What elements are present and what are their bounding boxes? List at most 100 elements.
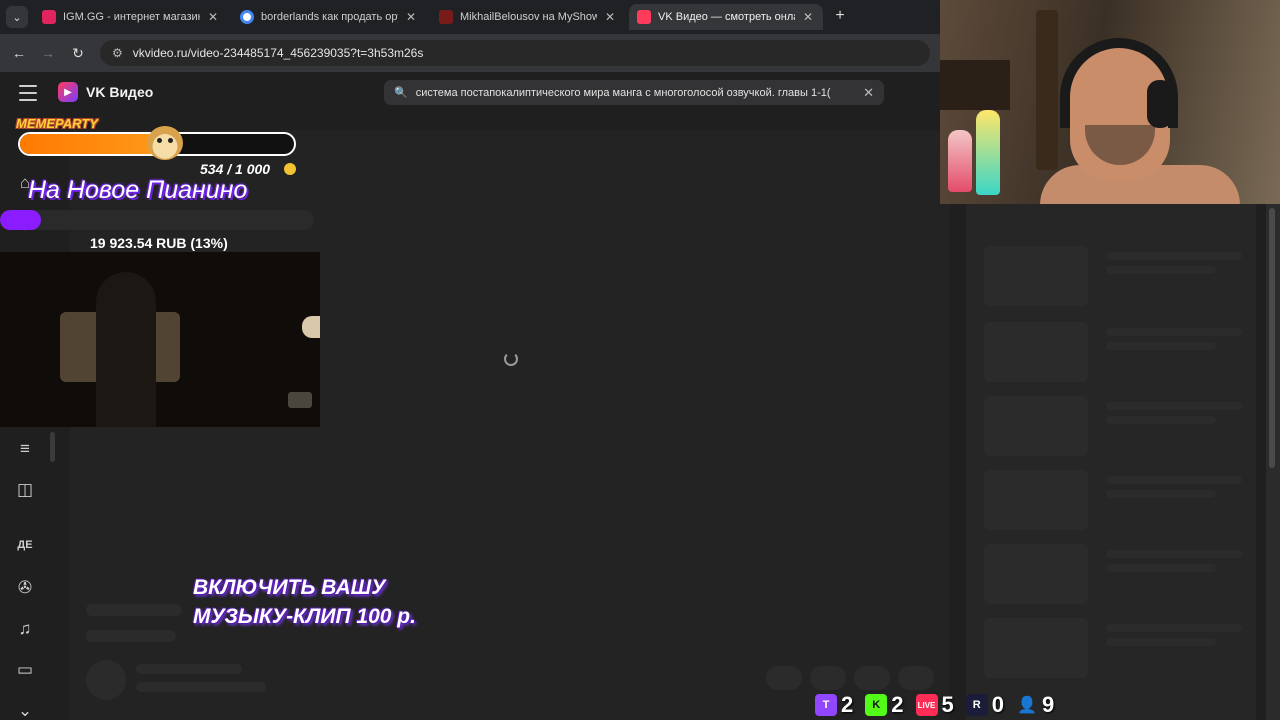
skeleton-placeholder — [1106, 266, 1216, 274]
screen: ⌄ IGM.GG - интернет магазин кл ✕ borderl… — [0, 0, 1280, 720]
chevron-down-icon[interactable]: ⌄ — [12, 698, 38, 720]
myshows-favicon-icon — [439, 10, 453, 24]
donation-goal-title: На Новое Пианино — [28, 176, 248, 204]
skeleton-placeholder — [1106, 252, 1242, 260]
site-settings-icon[interactable]: ⚙ — [112, 46, 123, 60]
trending-icon[interactable]: ◫ — [12, 477, 38, 503]
stat-vk-live: LIVE 5 — [915, 692, 954, 718]
headphone-cup — [1147, 80, 1173, 128]
close-icon[interactable]: ✕ — [801, 10, 815, 24]
total-viewers: 9 — [1042, 692, 1055, 717]
sidebar-scrollbar[interactable] — [50, 432, 55, 462]
viewers-icon: 👤 — [1017, 697, 1037, 714]
reload-icon: ↻ — [72, 44, 84, 61]
donation-goal-fill — [0, 210, 41, 230]
page-scrollbar[interactable] — [1266, 204, 1280, 720]
guitar — [1036, 10, 1058, 170]
skeleton-thumbnail — [984, 544, 1088, 604]
new-tab-button[interactable]: + — [831, 7, 849, 25]
forward-button[interactable]: → — [38, 43, 58, 63]
address-url: vkvideo.ru/video-234485174_456239035?t=3… — [132, 46, 424, 60]
vk-brand-name: VK Видео — [86, 84, 154, 100]
tv-icon[interactable]: ▭ — [12, 657, 38, 683]
donation-goal-bar — [0, 210, 314, 230]
stat-twitch: T 2 — [815, 692, 853, 718]
chevron-down-icon: ⌄ — [12, 11, 22, 24]
skeleton-placeholder — [86, 660, 126, 700]
promo-line-1: ВКЛЮЧИТЬ ВАШУ — [193, 576, 386, 599]
stat-rutube: R 0 — [965, 692, 1004, 718]
tab-vk-video[interactable]: VK Видео — смотреть онлайн ✕ — [629, 4, 823, 30]
memeparty-progress-fill — [20, 134, 167, 154]
skeleton-placeholder — [898, 666, 934, 690]
tab-igm[interactable]: IGM.GG - интернет магазин кл ✕ — [34, 4, 228, 30]
coin-icon — [284, 163, 296, 175]
back-button[interactable]: ← — [9, 43, 29, 63]
rutube-viewers: 0 — [991, 692, 1004, 717]
skeleton-placeholder — [1106, 416, 1216, 424]
tab-label: borderlands как продать оруж — [261, 11, 398, 23]
skeleton-placeholder — [1106, 624, 1242, 632]
streamer-webcam — [940, 0, 1280, 204]
close-icon[interactable]: ✕ — [206, 10, 220, 24]
close-icon[interactable]: ✕ — [603, 10, 617, 24]
tab-google-search[interactable]: borderlands как продать оруж ✕ — [232, 4, 426, 30]
plus-icon: + — [835, 7, 845, 24]
skeleton-placeholder — [1106, 490, 1216, 498]
address-bar[interactable]: ⚙ vkvideo.ru/video-234485174_456239035?t… — [100, 40, 930, 66]
skeleton-thumbnail — [984, 618, 1088, 678]
playlist-add-icon[interactable]: ≡ — [12, 436, 38, 462]
recommendations-panel — [966, 204, 1256, 720]
skeleton-placeholder — [854, 666, 890, 690]
skeleton-placeholder — [766, 666, 802, 690]
scrollbar-thumb[interactable] — [1269, 208, 1275, 468]
stat-total: 👤 9 — [1016, 692, 1054, 718]
tab-search-menu-button[interactable]: ⌄ — [6, 6, 28, 28]
doge-icon — [147, 126, 183, 160]
arrow-left-icon: ← — [12, 45, 26, 61]
clear-search-icon[interactable]: ✕ — [863, 85, 874, 101]
skeleton-placeholder — [1106, 342, 1216, 350]
clip-person-silhouette — [96, 272, 156, 427]
tab-label: VK Видео — смотреть онлайн — [658, 11, 795, 23]
tab-label: MikhailBelousov на MyShows.r — [460, 11, 597, 23]
skeleton-placeholder — [1106, 402, 1242, 410]
skeleton-placeholder — [1106, 564, 1216, 572]
skeleton-placeholder — [1106, 638, 1216, 646]
skeleton-placeholder — [136, 682, 266, 692]
vk-video-logo[interactable]: ▶ VK Видео — [58, 82, 153, 102]
tab-myshows[interactable]: MikhailBelousov на MyShows.r ✕ — [431, 4, 625, 30]
music-clip-video — [0, 252, 320, 427]
lava-lamp-left — [948, 130, 972, 192]
donation-goal-amount: 19 923.54 RUB (13%) — [90, 235, 228, 251]
vk-video-favicon-icon — [637, 10, 651, 24]
clip-lamp — [302, 316, 320, 338]
google-favicon-icon — [240, 10, 254, 24]
menu-icon[interactable] — [19, 85, 37, 101]
memeparty-count: 534 / 1 000 — [200, 161, 271, 177]
memeparty-title: MEMEPARTY — [16, 116, 98, 131]
close-icon[interactable]: ✕ — [404, 10, 418, 24]
reload-button[interactable]: ↻ — [68, 43, 88, 63]
lava-lamp-right — [976, 110, 1000, 195]
tab-label: IGM.GG - интернет магазин кл — [63, 11, 200, 23]
vk-live-icon: LIVE — [915, 694, 938, 716]
skeleton-placeholder — [136, 664, 242, 674]
music-icon[interactable]: ♫ — [12, 616, 38, 642]
kids-icon[interactable]: ДЕ — [12, 532, 38, 558]
film-reel-icon[interactable]: ✇ — [12, 575, 38, 601]
skeleton-thumbnail — [984, 246, 1088, 306]
twitch-icon: T — [815, 694, 837, 716]
browser-toolbar: ← → ↻ ⚙ vkvideo.ru/video-234485174_45623… — [0, 34, 940, 72]
skeleton-placeholder — [86, 604, 182, 616]
promo-line-2: МУЗЫКУ-КЛИП 100 р. — [193, 605, 416, 628]
search-value: система постапокалиптического мира манга… — [415, 86, 831, 99]
igm-favicon-icon — [42, 10, 56, 24]
music-clip-promo: ВКЛЮЧИТЬ ВАШУ МУЗЫКУ-КЛИП 100 р. — [193, 573, 416, 631]
browser-tab-bar: ⌄ IGM.GG - интернет магазин кл ✕ borderl… — [0, 0, 940, 34]
search-icon: 🔍 — [394, 87, 408, 99]
viewer-stats: T 2 K 2 LIVE 5 R 0 👤 9 — [815, 690, 1066, 720]
search-input[interactable]: 🔍 система постапокалиптического мира ман… — [384, 80, 884, 105]
vk-live-viewers: 5 — [941, 692, 954, 717]
skeleton-thumbnail — [984, 322, 1088, 382]
